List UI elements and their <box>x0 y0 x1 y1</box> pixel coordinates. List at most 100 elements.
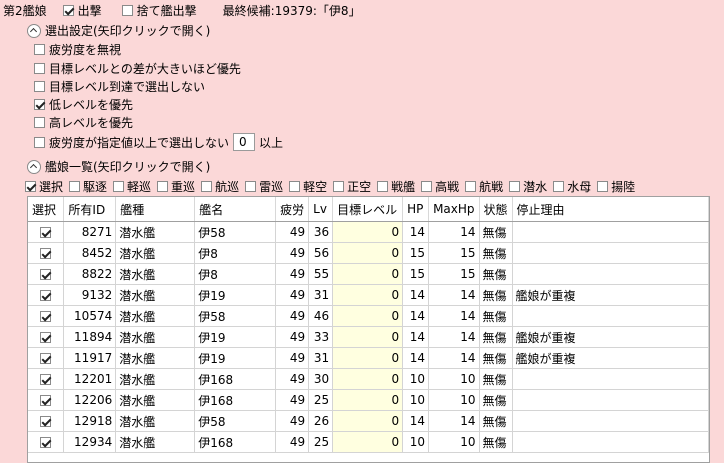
row-select-checkbox[interactable] <box>40 227 52 238</box>
table-row[interactable]: 8452 潜水艦 伊8 49 56 0 15 15 無傷 <box>28 242 709 264</box>
cell-selected[interactable] <box>28 410 65 432</box>
column-header[interactable]: 疲労 <box>275 197 310 222</box>
column-header[interactable]: 艦種 <box>115 197 196 222</box>
column-header[interactable]: 艦名 <box>194 197 277 222</box>
cell-selected[interactable] <box>28 242 65 264</box>
cell-selected[interactable] <box>28 389 65 411</box>
cell-selected[interactable] <box>28 221 65 243</box>
cell-target[interactable]: 0 <box>332 368 404 390</box>
cell-target[interactable]: 0 <box>332 263 404 285</box>
row-select-checkbox[interactable] <box>40 416 52 427</box>
collapse-arrow-icon[interactable] <box>27 159 41 174</box>
filter-checkbox[interactable] <box>69 181 81 192</box>
option-checkbox-fatigue-threshold[interactable] <box>34 136 45 148</box>
column-header[interactable]: 停止理由 <box>512 197 709 222</box>
row-select-checkbox[interactable] <box>40 395 52 406</box>
cell-type: 潜水艦 <box>115 263 196 285</box>
filter-checkbox[interactable] <box>465 181 477 192</box>
table-row[interactable]: 8822 潜水艦 伊8 49 55 0 15 15 無傷 <box>28 263 709 285</box>
filter-checkbox[interactable] <box>333 181 345 192</box>
cell-target[interactable]: 0 <box>332 410 404 432</box>
cell-target[interactable]: 0 <box>332 389 404 411</box>
column-header[interactable]: 所有ID <box>63 197 117 222</box>
column-header[interactable]: 選択 <box>28 197 65 222</box>
table-row[interactable]: 12201 潜水艦 伊168 49 30 0 10 10 無傷 <box>28 368 709 390</box>
filter-checkbox[interactable] <box>377 181 389 192</box>
table-row[interactable]: 9132 潜水艦 伊19 49 31 0 14 14 無傷 艦娘が重複 <box>28 284 709 306</box>
row-select-checkbox[interactable] <box>40 311 52 322</box>
table-row[interactable]: 12206 潜水艦 伊168 49 25 0 10 10 無傷 <box>28 389 709 411</box>
filter-checkbox[interactable] <box>597 181 609 192</box>
option-row: 低レベルを優先 <box>34 96 133 113</box>
row-select-checkbox[interactable] <box>40 269 52 280</box>
option-checkbox-target-reached[interactable] <box>34 81 45 92</box>
cell-selected[interactable] <box>28 347 65 369</box>
table-row[interactable]: 11917 潜水艦 伊19 49 31 0 14 14 無傷 艦娘が重複 <box>28 347 709 369</box>
filter-checkbox[interactable] <box>201 181 213 192</box>
cell-hp: 14 <box>402 221 430 243</box>
row-select-checkbox[interactable] <box>40 290 52 301</box>
cell-selected[interactable] <box>28 431 65 453</box>
cell-maxhp: 14 <box>428 305 480 327</box>
sacrifice-sortie-label: 捨て艦出撃 <box>136 4 197 18</box>
table-row[interactable]: 12918 潜水艦 伊58 49 26 0 14 14 無傷 <box>28 410 709 432</box>
option-checkbox-ignore-fatigue[interactable] <box>34 44 45 55</box>
filter-checkbox[interactable] <box>157 181 169 192</box>
table-row[interactable]: 8271 潜水艦 伊58 49 36 0 14 14 無傷 <box>28 221 709 243</box>
row-select-checkbox[interactable] <box>40 353 52 364</box>
filter-checkbox[interactable] <box>289 181 301 192</box>
column-header[interactable]: Lv <box>308 197 334 222</box>
cell-selected[interactable] <box>28 305 65 327</box>
cell-type: 潜水艦 <box>115 410 196 432</box>
column-header[interactable]: 目標レベル <box>332 197 404 222</box>
cell-reason: 艦娘が重複 <box>512 284 709 306</box>
table-row[interactable]: 10574 潜水艦 伊58 49 46 0 14 14 無傷 <box>28 305 709 327</box>
cell-id: 11917 <box>63 347 117 369</box>
cell-target[interactable]: 0 <box>332 326 404 348</box>
cell-type: 潜水艦 <box>115 284 196 306</box>
cell-target[interactable]: 0 <box>332 305 404 327</box>
ship-table-container[interactable]: 選択 所有ID 艦種 艦名 疲労 Lv 目標レベル HP MaxHp 状態 停止理由 8271 潜水艦… <box>27 196 710 463</box>
cell-lv: 36 <box>308 221 334 243</box>
filter-checkbox[interactable] <box>553 181 565 192</box>
cell-selected[interactable] <box>28 326 65 348</box>
cell-selected[interactable] <box>28 284 65 306</box>
row-select-checkbox[interactable] <box>40 248 52 259</box>
row-select-checkbox[interactable] <box>40 437 52 448</box>
option-checkbox-level-diff[interactable] <box>34 63 45 74</box>
row-select-checkbox[interactable] <box>40 374 52 385</box>
cell-target[interactable]: 0 <box>332 347 404 369</box>
table-row[interactable]: 11894 潜水艦 伊19 49 33 0 14 14 無傷 艦娘が重複 <box>28 326 709 348</box>
filter-checkbox[interactable] <box>421 181 433 192</box>
sortie-checkbox[interactable] <box>62 5 74 16</box>
cell-target[interactable]: 0 <box>332 431 404 453</box>
column-header[interactable]: 状態 <box>479 197 513 222</box>
cell-target[interactable]: 0 <box>332 284 404 306</box>
column-header[interactable]: HP <box>402 197 430 222</box>
option-checkbox-low-level[interactable] <box>34 99 45 110</box>
filter-checkbox[interactable] <box>25 181 36 192</box>
filter-checkbox[interactable] <box>509 181 521 192</box>
cell-id: 12206 <box>63 389 117 411</box>
cell-status: 無傷 <box>479 431 513 453</box>
table-header-row: 選択 所有ID 艦種 艦名 疲労 Lv 目標レベル HP MaxHp 状態 停止理由 <box>28 197 709 222</box>
cell-type: 潜水艦 <box>115 305 196 327</box>
fatigue-threshold-input[interactable]: 0 <box>233 133 256 151</box>
filter-checkbox[interactable] <box>113 181 125 192</box>
cell-fatigue: 49 <box>275 284 310 306</box>
cell-target[interactable]: 0 <box>332 242 404 264</box>
table-row[interactable]: 12934 潜水艦 伊168 49 25 0 10 10 無傷 <box>28 431 709 453</box>
option-checkbox-high-level[interactable] <box>34 117 45 128</box>
column-header[interactable]: MaxHp <box>428 197 480 222</box>
option-label: 高レベルを優先 <box>49 116 134 130</box>
cell-selected[interactable] <box>28 368 65 390</box>
selection-settings-title: 選出設定(矢印クリックで開く) <box>45 24 211 38</box>
collapse-arrow-icon[interactable] <box>27 23 41 38</box>
ship-type-filters: 選択 駆逐 軽巡 重巡 航巡 雷巡 軽空 正空 戦艦 高戦 航戦 潜水 水母 揚… <box>25 178 635 195</box>
cell-target[interactable]: 0 <box>332 221 404 243</box>
sacrifice-sortie-checkbox[interactable] <box>121 5 133 16</box>
filter-checkbox[interactable] <box>245 181 257 192</box>
row-select-checkbox[interactable] <box>40 332 52 343</box>
cell-selected[interactable] <box>28 263 65 285</box>
top-bar: 第2艦娘 出撃 捨て艦出撃 最終候補:19379:「伊8」 <box>3 2 361 19</box>
